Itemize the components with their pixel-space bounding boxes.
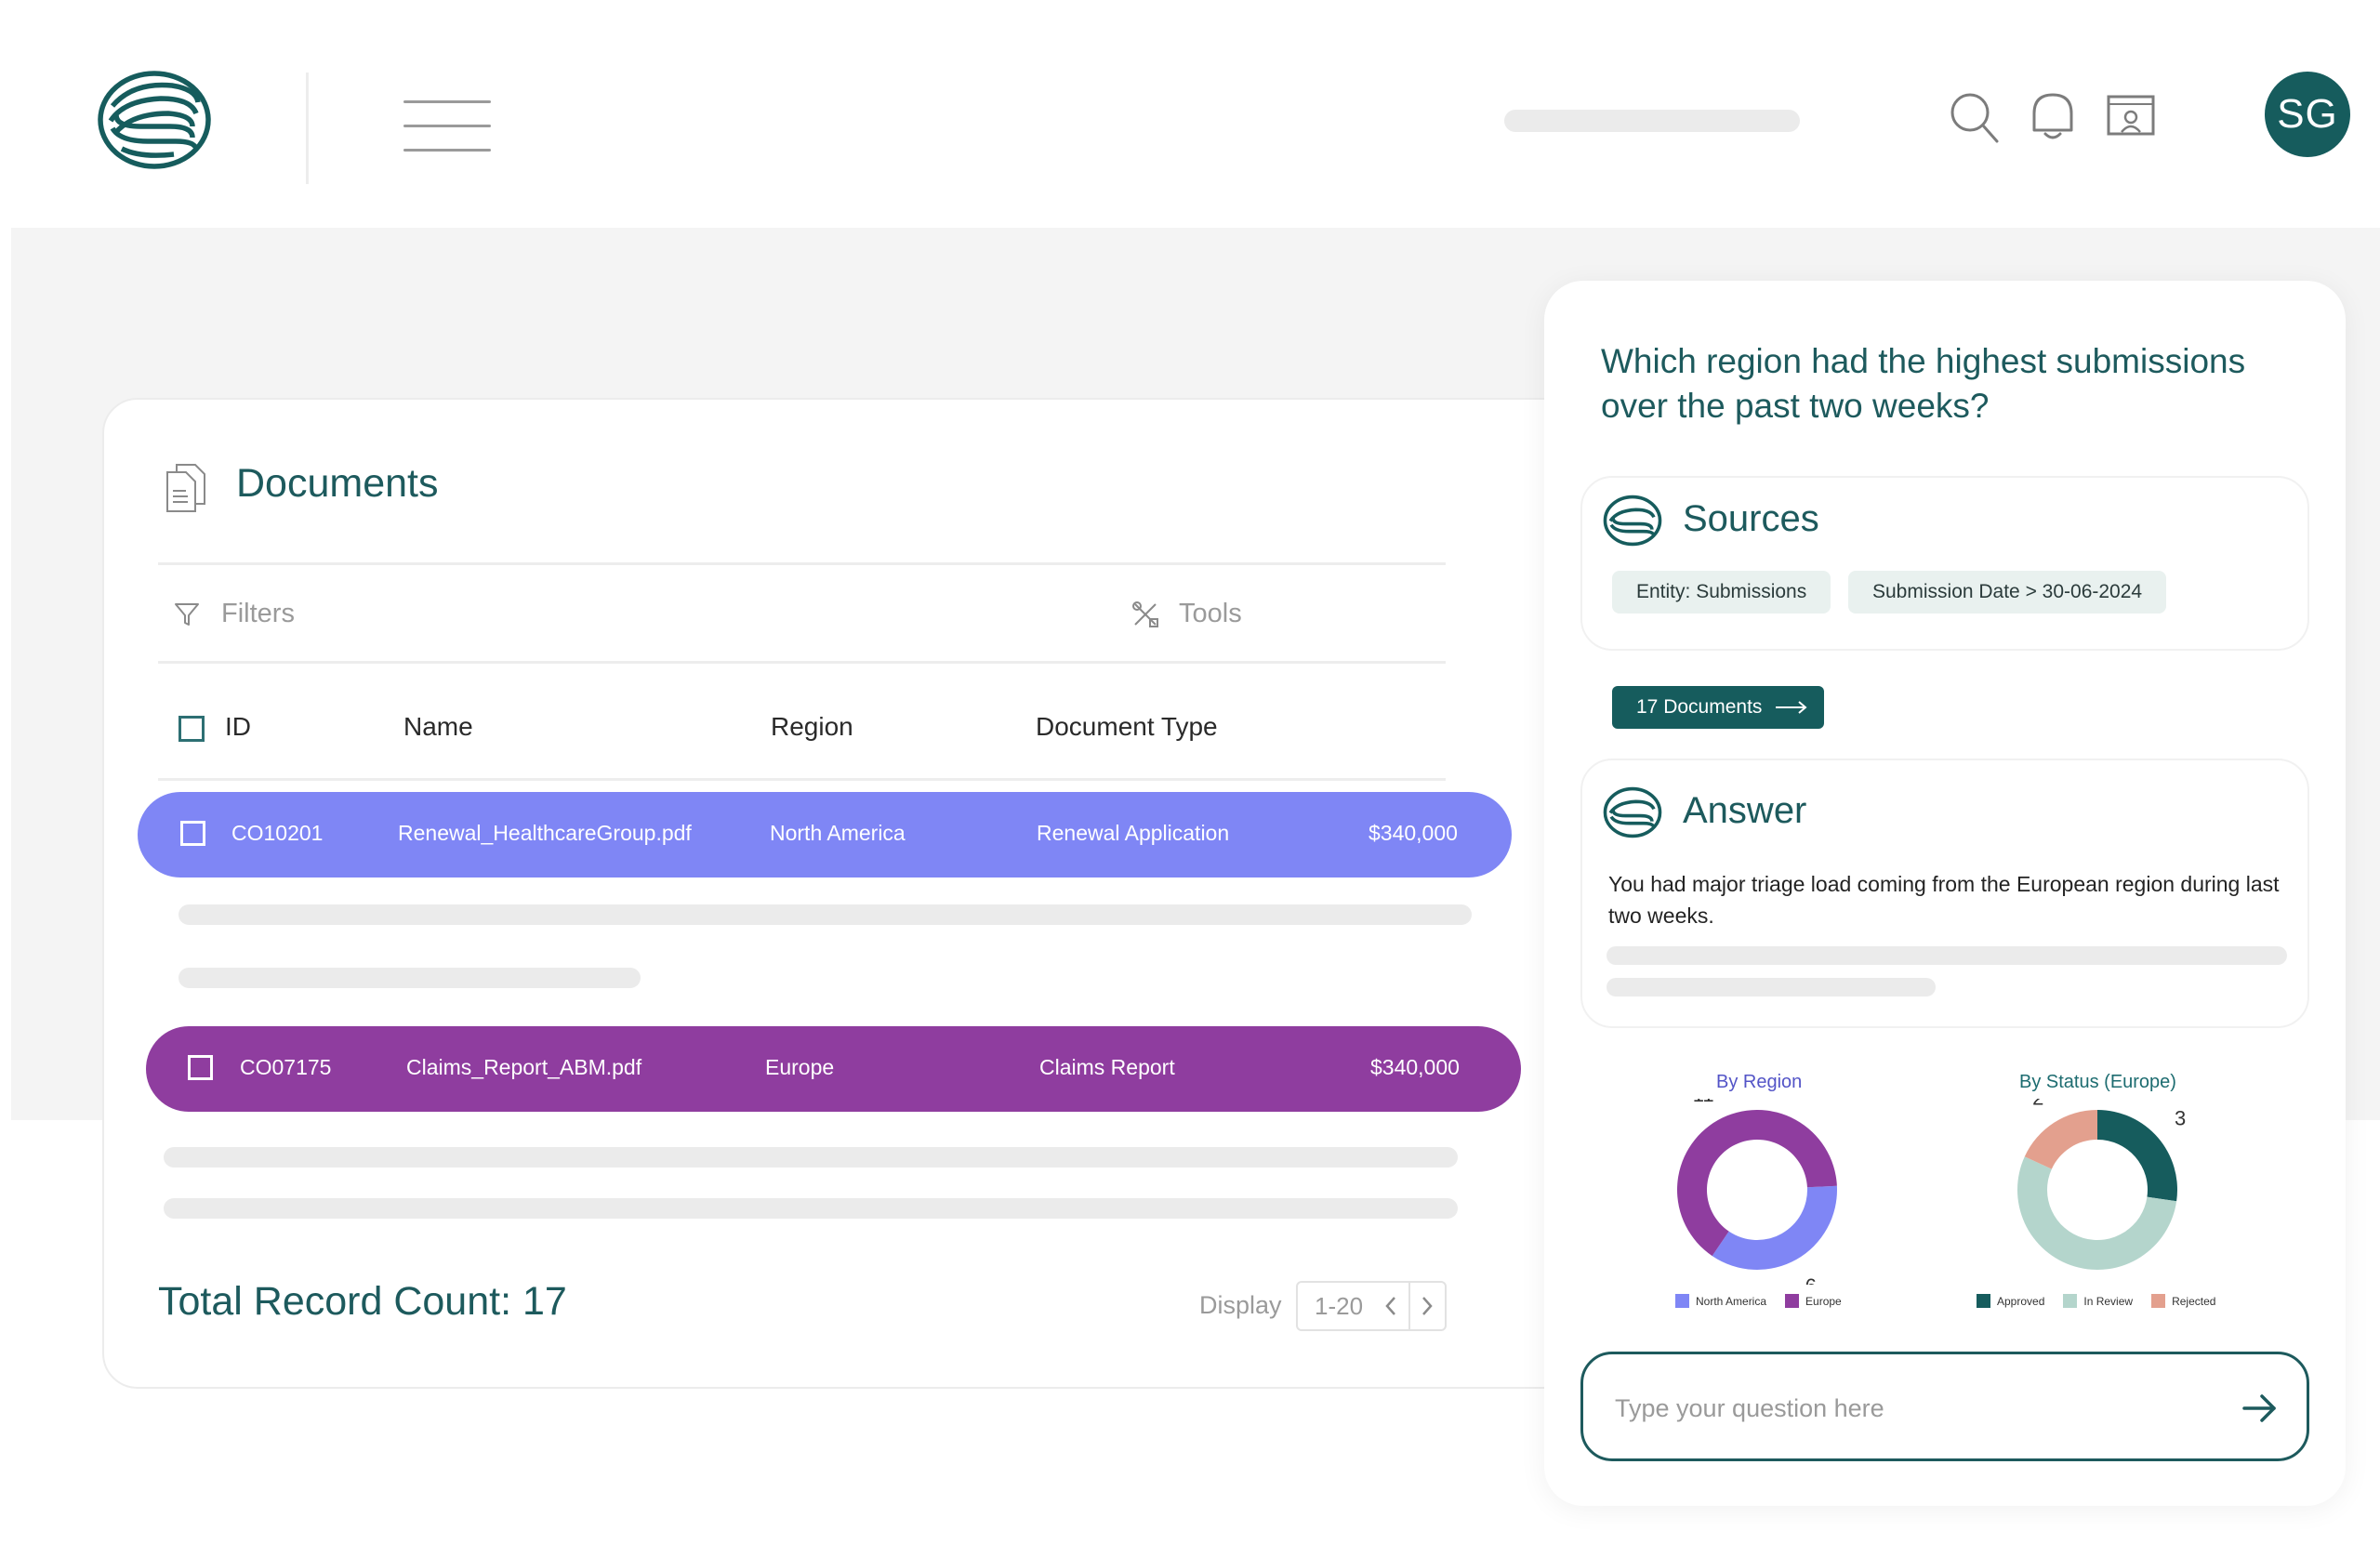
user-avatar[interactable]: SG xyxy=(2265,72,2350,157)
chevron-right-icon xyxy=(1422,1297,1433,1315)
legend-swatch-europe xyxy=(1785,1294,1800,1308)
document-icon xyxy=(166,464,205,512)
divider xyxy=(158,661,1446,664)
by-region-legend: North America Europe xyxy=(1675,1294,1860,1308)
loading-skeleton xyxy=(1606,946,2287,965)
by-region-donut-chart: 6 11 xyxy=(1677,1099,1837,1285)
logo-mark[interactable] xyxy=(96,69,213,171)
header-divider xyxy=(306,73,309,184)
loading-skeleton xyxy=(164,1198,1458,1219)
column-header-id[interactable]: ID xyxy=(225,712,251,742)
tools-label: Tools xyxy=(1179,599,1242,628)
tools-button[interactable]: Tools xyxy=(1130,599,1242,629)
legend-swatch-north-america xyxy=(1675,1294,1689,1308)
source-chip[interactable]: Submission Date > 30-06-2024 xyxy=(1848,571,2167,614)
cell-id: CO10201 xyxy=(231,821,324,845)
page-range: 1-20 xyxy=(1315,1291,1364,1320)
cell-document-type: Claims Report xyxy=(1039,1055,1175,1079)
send-button[interactable] xyxy=(2234,1382,2286,1434)
data-label: 2 xyxy=(2032,1099,2043,1110)
search-bar-placeholder[interactable] xyxy=(1504,110,1800,132)
next-page-button[interactable] xyxy=(1410,1283,1445,1329)
source-chip[interactable]: Entity: Submissions xyxy=(1612,571,1831,614)
sources-title: Sources xyxy=(1683,498,1819,539)
question-input-box[interactable] xyxy=(1580,1352,2309,1461)
divider xyxy=(158,562,1446,565)
answer-text: You had major triage load coming from th… xyxy=(1608,872,2280,928)
loading-skeleton xyxy=(1606,978,1936,996)
legend-label: Rejected xyxy=(2172,1294,2216,1308)
cell-region: North America xyxy=(770,821,906,845)
documents-card xyxy=(102,398,1701,1389)
arrow-right-icon xyxy=(1776,701,1807,714)
column-header-document-type[interactable]: Document Type xyxy=(1036,712,1218,742)
bell-icon[interactable] xyxy=(2027,89,2079,145)
cell-id: CO07175 xyxy=(240,1055,332,1079)
by-status-legend: Approved In Review Rejected xyxy=(1977,1294,2234,1308)
column-header-name[interactable]: Name xyxy=(403,712,473,742)
donut-slice-rejected xyxy=(2024,1110,2097,1169)
filters-label: Filters xyxy=(221,599,295,628)
select-all-checkbox[interactable] xyxy=(178,716,205,742)
data-label: 3 xyxy=(2175,1107,2186,1130)
display-label: Display xyxy=(1199,1291,1282,1319)
documents-title: Documents xyxy=(236,461,439,506)
loading-skeleton xyxy=(178,968,641,988)
filters-button[interactable]: Filters xyxy=(173,599,295,629)
legend-label: Europe xyxy=(1805,1294,1842,1308)
filter-icon xyxy=(175,602,199,626)
user-question: Which region had the highest submissions… xyxy=(1601,342,2246,425)
legend-label: Approved xyxy=(1997,1294,2045,1308)
row-checkbox[interactable] xyxy=(188,1055,213,1080)
column-header-region[interactable]: Region xyxy=(771,712,853,742)
search-icon[interactable] xyxy=(1949,89,2001,145)
cell-amount: $340,000 xyxy=(1368,821,1458,845)
chart-title-by-region: By Region xyxy=(1716,1072,1803,1092)
total-record-count: Total Record Count: 17 xyxy=(158,1279,567,1324)
row-checkbox[interactable] xyxy=(180,821,205,846)
answer-title: Answer xyxy=(1683,790,1807,831)
cell-name[interactable]: Renewal_HealthcareGroup.pdf xyxy=(398,821,692,846)
tools-icon xyxy=(1132,600,1158,627)
data-label: 6 xyxy=(2061,1284,2072,1285)
table-row[interactable]: CO10201 Renewal_HealthcareGroup.pdf Nort… xyxy=(138,792,1512,877)
divider xyxy=(158,778,1446,781)
cell-amount: $340,000 xyxy=(1370,1055,1460,1079)
legend-swatch-approved xyxy=(1977,1294,1990,1308)
hamburger-menu-icon[interactable] xyxy=(403,100,491,154)
pagination: 1-20 xyxy=(1296,1281,1447,1331)
legend-label: In Review xyxy=(2083,1294,2134,1308)
chart-title-by-status: By Status (Europe) xyxy=(2019,1072,2176,1092)
legend-swatch-in-review xyxy=(2063,1294,2078,1308)
question-input[interactable] xyxy=(1615,1388,2210,1429)
arrow-right-icon xyxy=(2242,1394,2276,1422)
legend-swatch-rejected xyxy=(2151,1294,2166,1308)
documents-link-label: 17 Documents xyxy=(1636,696,1763,718)
assistant-logo-icon xyxy=(1603,495,1662,547)
data-label: 11 xyxy=(1693,1099,1714,1106)
loading-skeleton xyxy=(164,1147,1458,1168)
by-status-donut-chart: 3 6 2 xyxy=(2017,1099,2186,1285)
assistant-logo-icon xyxy=(1603,786,1662,838)
legend-label: North America xyxy=(1696,1294,1767,1308)
data-label: 6 xyxy=(1805,1274,1817,1285)
prev-page-button[interactable] xyxy=(1373,1283,1408,1329)
presentation-icon[interactable] xyxy=(2105,89,2157,145)
cell-name[interactable]: Claims_Report_ABM.pdf xyxy=(406,1055,641,1080)
cell-region: Europe xyxy=(765,1055,835,1079)
chevron-left-icon xyxy=(1385,1297,1395,1315)
donut-slice-approved xyxy=(2097,1110,2177,1202)
table-row[interactable]: CO07175 Claims_Report_ABM.pdf Europe Cla… xyxy=(146,1026,1521,1112)
donut-slice-north-america xyxy=(1712,1185,1837,1270)
loading-skeleton xyxy=(178,904,1472,925)
top-header: SG xyxy=(0,0,2380,228)
cell-document-type: Renewal Application xyxy=(1037,821,1230,845)
documents-link-button[interactable]: 17 Documents xyxy=(1612,686,1824,729)
